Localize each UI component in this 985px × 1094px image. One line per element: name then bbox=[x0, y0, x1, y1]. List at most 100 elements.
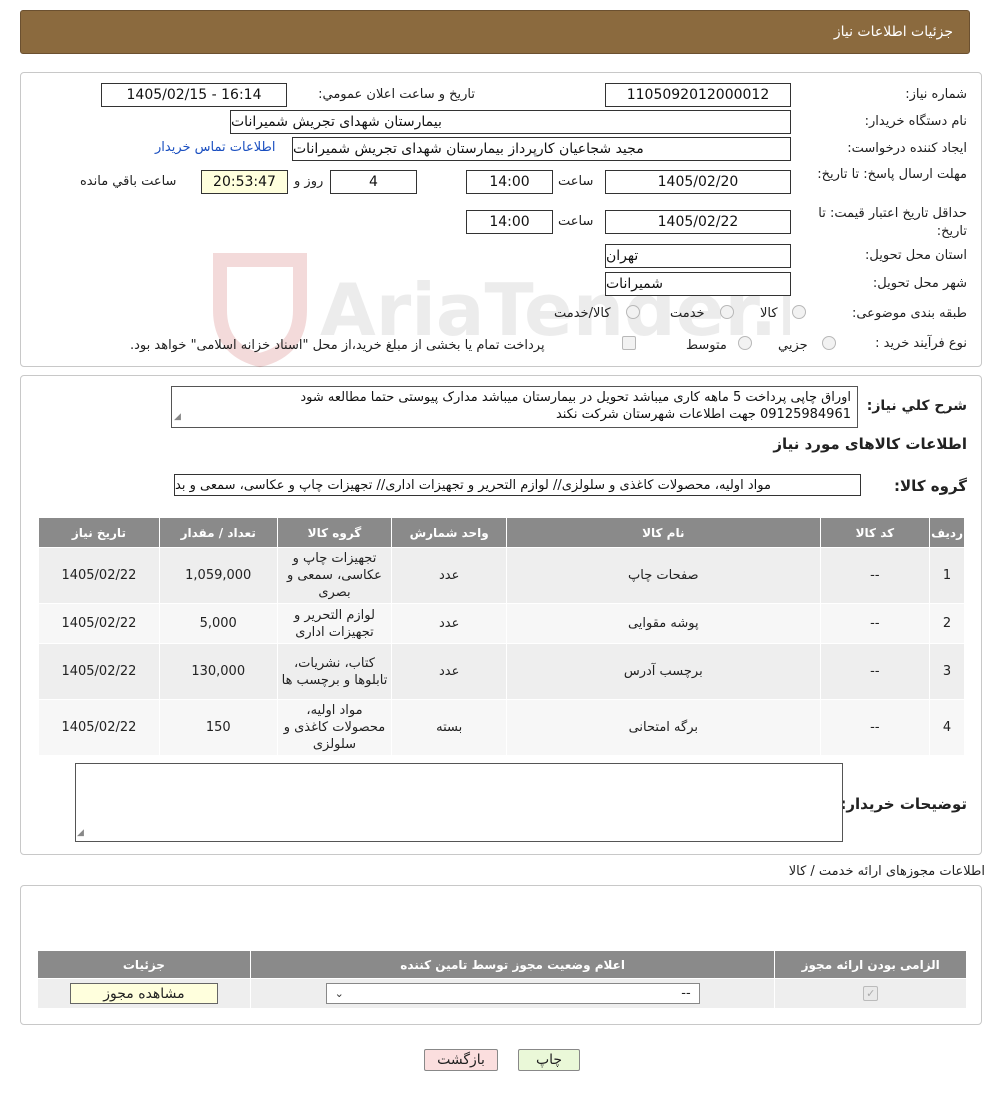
cell-date: 1405/02/22 bbox=[38, 699, 160, 756]
table-row: ✓ ⌄ -- مشاهده مجوز bbox=[37, 978, 967, 1009]
process-medium-label: متوسط bbox=[686, 338, 727, 353]
print-button[interactable]: چاپ bbox=[518, 1049, 580, 1071]
cell-unit: عدد bbox=[391, 603, 507, 644]
need-number-label: شماره نیاز: bbox=[905, 87, 967, 102]
days-field: 4 bbox=[330, 170, 417, 194]
remaining-time-field: 20:53:47 bbox=[201, 170, 288, 194]
col-permit-required: الزامی بودن ارائه مجوز bbox=[774, 950, 967, 979]
category-service-label: خدمت bbox=[670, 306, 705, 321]
process-treasury-checkbox[interactable] bbox=[622, 336, 636, 350]
goods-section-title: اطلاعات کالاهای مورد نیاز bbox=[773, 435, 967, 453]
chevron-down-icon: ⌄ bbox=[334, 987, 344, 1000]
need-number-field: 1105092012000012 bbox=[605, 83, 791, 107]
col-row-number: ردیف bbox=[929, 517, 965, 548]
cell-name: پوشه مقوایی bbox=[505, 603, 821, 644]
validity-time-label: ساعت bbox=[558, 214, 594, 229]
cell-group: مواد اولیه، محصولات کاغذی و سلولزی bbox=[276, 699, 393, 756]
city-field: شمیرانات bbox=[605, 272, 791, 296]
cell-date: 1405/02/22 bbox=[38, 603, 160, 644]
buyer-notes-label: توضیحات خریدار: bbox=[840, 795, 967, 813]
cell-group: لوازم التحریر و تجهیزات اداری bbox=[276, 603, 393, 644]
cell-idx: 4 bbox=[929, 699, 965, 756]
col-unit: واحد شمارش bbox=[391, 517, 507, 548]
deadline-time-field: 14:00 bbox=[466, 170, 553, 194]
process-minor-radio[interactable] bbox=[822, 336, 836, 350]
cell-qty: 1,059,000 bbox=[158, 547, 278, 604]
announce-label: تاریخ و ساعت اعلان عمومي: bbox=[318, 87, 475, 102]
creator-field: مجید شجاعیان کارپرداز بیمارستان شهدای تج… bbox=[292, 137, 791, 161]
col-quantity: تعداد / مقدار bbox=[158, 517, 278, 548]
creator-label: ایجاد کننده درخواست: bbox=[847, 141, 967, 156]
cell-idx: 3 bbox=[929, 643, 965, 700]
permits-table: الزامی بودن ارائه مجوز اعلام وضعیت مجوز … bbox=[37, 950, 967, 1009]
buyer-org-label: نام دستگاه خریدار: bbox=[864, 114, 967, 129]
back-button[interactable]: بازگشت bbox=[424, 1049, 498, 1071]
view-permit-button[interactable]: مشاهده مجوز bbox=[69, 983, 218, 1004]
col-item-name: نام کالا bbox=[505, 517, 821, 548]
buyer-contact-link[interactable]: اطلاعات تماس خریدار bbox=[155, 140, 275, 155]
goods-table-wrapper: ردیف کد کالا نام کالا واحد شمارش گروه کا… bbox=[38, 517, 965, 756]
category-service-radio[interactable] bbox=[720, 305, 734, 319]
cell-group: کتاب، نشریات، تابلوها و برچسب ها bbox=[276, 643, 393, 700]
notes-resize-grip-icon[interactable]: ◢ bbox=[77, 828, 84, 838]
permits-section-title: اطلاعات مجوزهای ارائه خدمت / کالا bbox=[788, 864, 985, 879]
cell-unit: بسته bbox=[391, 699, 507, 756]
buyer-notes-textarea[interactable] bbox=[75, 763, 843, 842]
days-label: روز و bbox=[294, 174, 324, 189]
cell-permit-required: ✓ bbox=[774, 978, 967, 1009]
permit-status-select[interactable]: ⌄ -- bbox=[325, 983, 700, 1004]
description-textarea: اوراق چاپی پرداخت 5 ماهه کاری میباشد تحو… bbox=[171, 386, 858, 428]
cell-code: -- bbox=[819, 643, 931, 700]
cell-permit-details: مشاهده مجوز bbox=[37, 978, 251, 1009]
validity-time-field: 14:00 bbox=[466, 210, 553, 234]
page-header: جزئیات اطلاعات نیاز bbox=[20, 10, 970, 54]
col-need-date: تاریخ نیاز bbox=[38, 517, 160, 548]
cell-permit-status: ⌄ -- bbox=[249, 978, 776, 1009]
description-line-1: اوراق چاپی پرداخت 5 ماهه کاری میباشد تحو… bbox=[300, 390, 851, 405]
cell-name: برچسب آدرس bbox=[505, 643, 821, 700]
cell-idx: 1 bbox=[929, 547, 965, 604]
process-label: نوع فرآیند خرید : bbox=[875, 336, 967, 351]
goods-table-header: ردیف کد کالا نام کالا واحد شمارش گروه کا… bbox=[38, 517, 965, 548]
city-label: شهر محل تحویل: bbox=[872, 276, 967, 291]
category-goods-label: کالا bbox=[760, 306, 778, 321]
process-medium-radio[interactable] bbox=[738, 336, 752, 350]
remaining-label: ساعت باقي مانده bbox=[80, 174, 177, 189]
cell-name: برگه امتحانی bbox=[505, 699, 821, 756]
table-row: 2 -- پوشه مقوایی عدد لوازم التحریر و تجه… bbox=[38, 603, 965, 644]
cell-qty: 150 bbox=[158, 699, 278, 756]
deadline-time-label: ساعت bbox=[558, 174, 594, 189]
cell-code: -- bbox=[819, 603, 931, 644]
goods-table: ردیف کد کالا نام کالا واحد شمارش گروه کا… bbox=[38, 517, 965, 756]
validity-label: حداقل تاریخ اعتبار قیمت: تا تاریخ: bbox=[818, 206, 967, 239]
description-label: شرح کلي نیاز: bbox=[866, 398, 967, 414]
cell-group: تجهیزات چاپ و عکاسی، سمعی و بصری bbox=[276, 547, 393, 604]
resize-grip-icon[interactable]: ◢ bbox=[174, 409, 181, 426]
goods-group-field: مواد اولیه، محصولات کاغذی و سلولزی// لوا… bbox=[174, 474, 861, 496]
announce-field: 1405/02/15 - 16:14 bbox=[101, 83, 287, 107]
deadline-date-field: 1405/02/20 bbox=[605, 170, 791, 194]
category-both-radio[interactable] bbox=[626, 305, 640, 319]
col-permit-details: جزئیات bbox=[37, 950, 251, 979]
table-row: 4 -- برگه امتحانی بسته مواد اولیه، محصول… bbox=[38, 699, 965, 756]
province-field: تهران bbox=[605, 244, 791, 268]
table-row: 1 -- صفحات چاپ عدد تجهیزات چاپ و عکاسی، … bbox=[38, 547, 965, 604]
cell-idx: 2 bbox=[929, 603, 965, 644]
page-title: جزئیات اطلاعات نیاز bbox=[833, 24, 953, 40]
province-label: استان محل تحویل: bbox=[865, 248, 967, 263]
cell-code: -- bbox=[819, 547, 931, 604]
category-label: طبقه بندی موضوعی: bbox=[851, 306, 967, 321]
cell-unit: عدد bbox=[391, 547, 507, 604]
cell-qty: 130,000 bbox=[158, 643, 278, 700]
cell-qty: 5,000 bbox=[158, 603, 278, 644]
permits-table-header: الزامی بودن ارائه مجوز اعلام وضعیت مجوز … bbox=[37, 950, 967, 979]
process-note: پرداخت تمام یا بخشی از مبلغ خرید،از محل … bbox=[130, 338, 545, 353]
cell-date: 1405/02/22 bbox=[38, 643, 160, 700]
cell-code: -- bbox=[819, 699, 931, 756]
cell-unit: عدد bbox=[391, 643, 507, 700]
buyer-org-field: بیمارستان شهدای تجریش شمیرانات bbox=[230, 110, 791, 134]
description-line-2: 09125984961 جهت اطلاعات شهرستان شرکت نکن… bbox=[555, 407, 851, 422]
category-goods-radio[interactable] bbox=[792, 305, 806, 319]
process-minor-label: جزیي bbox=[778, 338, 808, 353]
permit-required-checkbox[interactable]: ✓ bbox=[863, 986, 879, 1001]
